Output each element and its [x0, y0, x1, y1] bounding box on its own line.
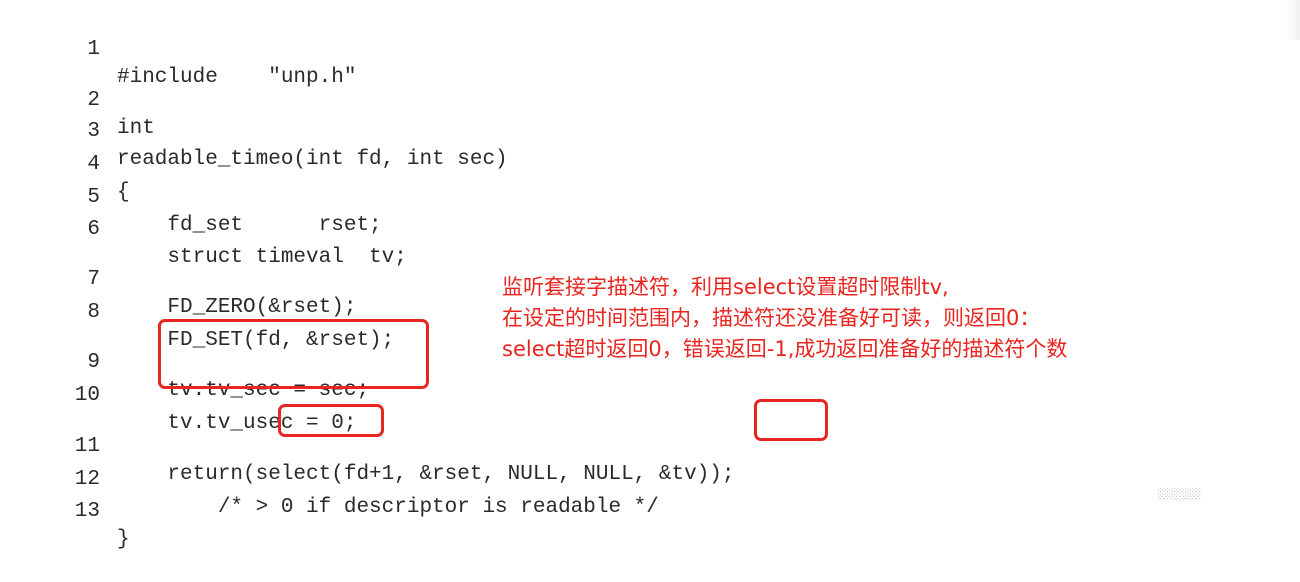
code-line: 11 return(select(fd+1, &rset, NULL, NULL…: [0, 405, 735, 486]
code-line: 12 /* > 0 if descriptor is readable */: [0, 438, 659, 519]
annotation-note: 监听套接字描述符，利用select设置超时限制tv, 在设定的时间范围内，描述符…: [502, 272, 1067, 365]
code-line: 13 }: [0, 470, 130, 551]
code-line: 8 FD_SET(fd, &rset);: [0, 271, 394, 352]
line-number: 13: [74, 500, 100, 523]
code-line: 6 struct timeval tv;: [0, 188, 406, 269]
code-text: #include "unp.h": [117, 66, 357, 89]
annotation-line: 监听套接字描述符，利用select设置超时限制tv,: [502, 275, 949, 299]
code-text: }: [117, 528, 130, 551]
select-call-highlight-box: [278, 404, 384, 437]
code-line: 5 fd_set rset;: [0, 156, 381, 237]
code-text: readable_timeo(int fd, int sec): [117, 148, 508, 171]
annotation-line: select超时返回0，错误返回-1,成功返回准备好的描述符个数: [502, 337, 1068, 361]
code-text: /* > 0 if descriptor is readable */: [117, 496, 659, 519]
code-line: 2 int: [0, 59, 154, 140]
code-listing: 1 #include "unp.h" 2 int 3 readable_time…: [0, 0, 1300, 551]
tv-assignment-highlight-box: [158, 319, 429, 389]
code-text: struct timeval tv;: [117, 246, 407, 269]
page-edge-shadow: [1286, 0, 1300, 40]
code-text: int: [117, 117, 155, 140]
code-line: 9 tv.tv_sec = sec;: [0, 321, 369, 402]
code-text: FD_ZERO(&rset);: [117, 296, 357, 319]
cropped-text-fragment: ░░░░: [1158, 488, 1202, 500]
code-line: 7 FD_ZERO(&rset);: [0, 238, 356, 319]
code-line: 4 {: [0, 123, 129, 204]
code-line: 3 readable_timeo(int fd, int sec): [0, 90, 507, 171]
tv-argument-highlight-box: [754, 399, 828, 441]
code-line: 10 tv.tv_usec = 0;: [0, 354, 357, 435]
annotation-line: 在设定的时间范围内，描述符还没准备好可读，则返回0：: [502, 306, 1041, 330]
code-line: 1 #include "unp.h": [0, 8, 356, 89]
code-text: {: [117, 181, 130, 204]
code-text: fd_set rset;: [117, 214, 382, 237]
code-text: return(select(fd+1, &rset, NULL, NULL, &…: [117, 463, 735, 486]
